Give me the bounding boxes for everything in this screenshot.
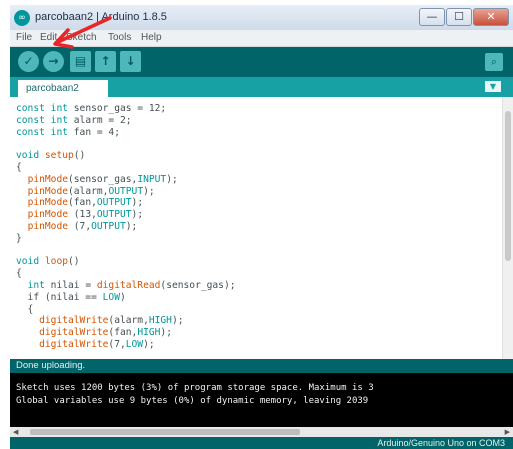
code-line[interactable]: pinMode(sensor_gas,INPUT); bbox=[16, 174, 178, 186]
menu-tools[interactable]: Tools bbox=[108, 32, 131, 43]
arrow-right-icon: → bbox=[48, 54, 59, 68]
menu-bar: File Edit Sketch Tools Help bbox=[10, 30, 513, 47]
serial-monitor-icon: ⌕ bbox=[490, 55, 498, 68]
scroll-left-icon[interactable]: ◀ bbox=[13, 427, 18, 437]
code-line[interactable]: void setup() bbox=[16, 150, 85, 162]
editor-vertical-scrollbar[interactable] bbox=[502, 97, 513, 359]
code-line[interactable]: int nilai = digitalRead(sensor_gas); bbox=[16, 280, 236, 292]
open-icon: ↑ bbox=[100, 54, 111, 68]
menu-edit[interactable]: Edit bbox=[40, 32, 57, 43]
upload-button[interactable]: → bbox=[43, 51, 64, 72]
toolbar: ✓ → ▤ ↑ ↓ ⌕ bbox=[10, 47, 513, 77]
tab-sketch[interactable]: parcobaan2 bbox=[18, 80, 108, 97]
board-status-bar: Arduino/Genuino Uno on COM3 bbox=[10, 437, 513, 449]
open-button[interactable]: ↑ bbox=[95, 51, 116, 72]
status-message: Done uploading. bbox=[16, 360, 86, 371]
code-line[interactable]: digitalWrite(fan,HIGH); bbox=[16, 327, 172, 339]
check-icon: ✓ bbox=[23, 54, 34, 68]
close-button[interactable]: ✕ bbox=[473, 8, 509, 26]
tab-menu-button[interactable]: ▼ bbox=[485, 81, 501, 92]
menu-file[interactable]: File bbox=[16, 32, 32, 43]
window-title: parcobaan2 | Arduino 1.8.5 bbox=[35, 11, 167, 23]
serial-monitor-button[interactable]: ⌕ bbox=[485, 53, 503, 71]
code-line[interactable]: { bbox=[16, 162, 22, 174]
board-port-label: Arduino/Genuino Uno on COM3 bbox=[377, 438, 505, 448]
console-horizontal-scrollbar[interactable]: ◀ ▶ bbox=[10, 427, 513, 437]
new-file-icon: ▤ bbox=[74, 54, 87, 68]
code-line[interactable]: pinMode(alarm,OUTPUT); bbox=[16, 186, 155, 198]
code-line[interactable]: void loop() bbox=[16, 256, 80, 268]
maximize-button[interactable]: ☐ bbox=[446, 8, 472, 26]
minimize-button[interactable]: — bbox=[419, 8, 445, 26]
code-line[interactable]: digitalWrite(7,LOW); bbox=[16, 339, 155, 351]
code-line[interactable]: const int sensor_gas = 12; bbox=[16, 103, 166, 115]
scrollbar-thumb[interactable] bbox=[505, 111, 511, 261]
save-button[interactable]: ↓ bbox=[120, 51, 141, 72]
code-line[interactable]: const int fan = 4; bbox=[16, 127, 120, 139]
tab-bar: parcobaan2 ▼ bbox=[10, 77, 513, 97]
arduino-logo-icon: ∞ bbox=[14, 10, 30, 26]
menu-sketch[interactable]: Sketch bbox=[66, 32, 97, 43]
code-line[interactable]: const int alarm = 2; bbox=[16, 115, 132, 127]
code-line[interactable]: pinMode (13,OUTPUT); bbox=[16, 209, 144, 221]
status-bar: Done uploading. bbox=[10, 359, 513, 373]
code-line[interactable]: digitalWrite(alarm,HIGH); bbox=[16, 315, 183, 327]
output-console: Sketch uses 1200 bytes (3%) of program s… bbox=[10, 373, 513, 427]
scroll-right-icon[interactable]: ▶ bbox=[505, 427, 510, 437]
code-line[interactable]: if (nilai == LOW) bbox=[16, 292, 126, 304]
code-editor[interactable]: const int sensor_gas = 12; const int alar… bbox=[10, 97, 502, 359]
console-line: Global variables use 9 bytes (0%) of dyn… bbox=[16, 396, 369, 406]
verify-button[interactable]: ✓ bbox=[18, 51, 39, 72]
code-line[interactable]: { bbox=[16, 268, 22, 280]
scrollbar-thumb[interactable] bbox=[30, 429, 300, 435]
save-icon: ↓ bbox=[125, 54, 136, 68]
console-line: Sketch uses 1200 bytes (3%) of program s… bbox=[16, 383, 374, 393]
code-line[interactable]: } bbox=[16, 233, 22, 245]
code-line[interactable]: pinMode (7,OUTPUT); bbox=[16, 221, 138, 233]
menu-help[interactable]: Help bbox=[141, 32, 162, 43]
code-line[interactable]: { bbox=[16, 304, 34, 316]
code-line[interactable]: pinMode(fan,OUTPUT); bbox=[16, 197, 144, 209]
title-bar: ∞ parcobaan2 | Arduino 1.8.5 — ☐ ✕ bbox=[10, 5, 513, 30]
arduino-ide-window: ∞ parcobaan2 | Arduino 1.8.5 — ☐ ✕ File … bbox=[10, 5, 513, 449]
new-button[interactable]: ▤ bbox=[70, 51, 91, 72]
